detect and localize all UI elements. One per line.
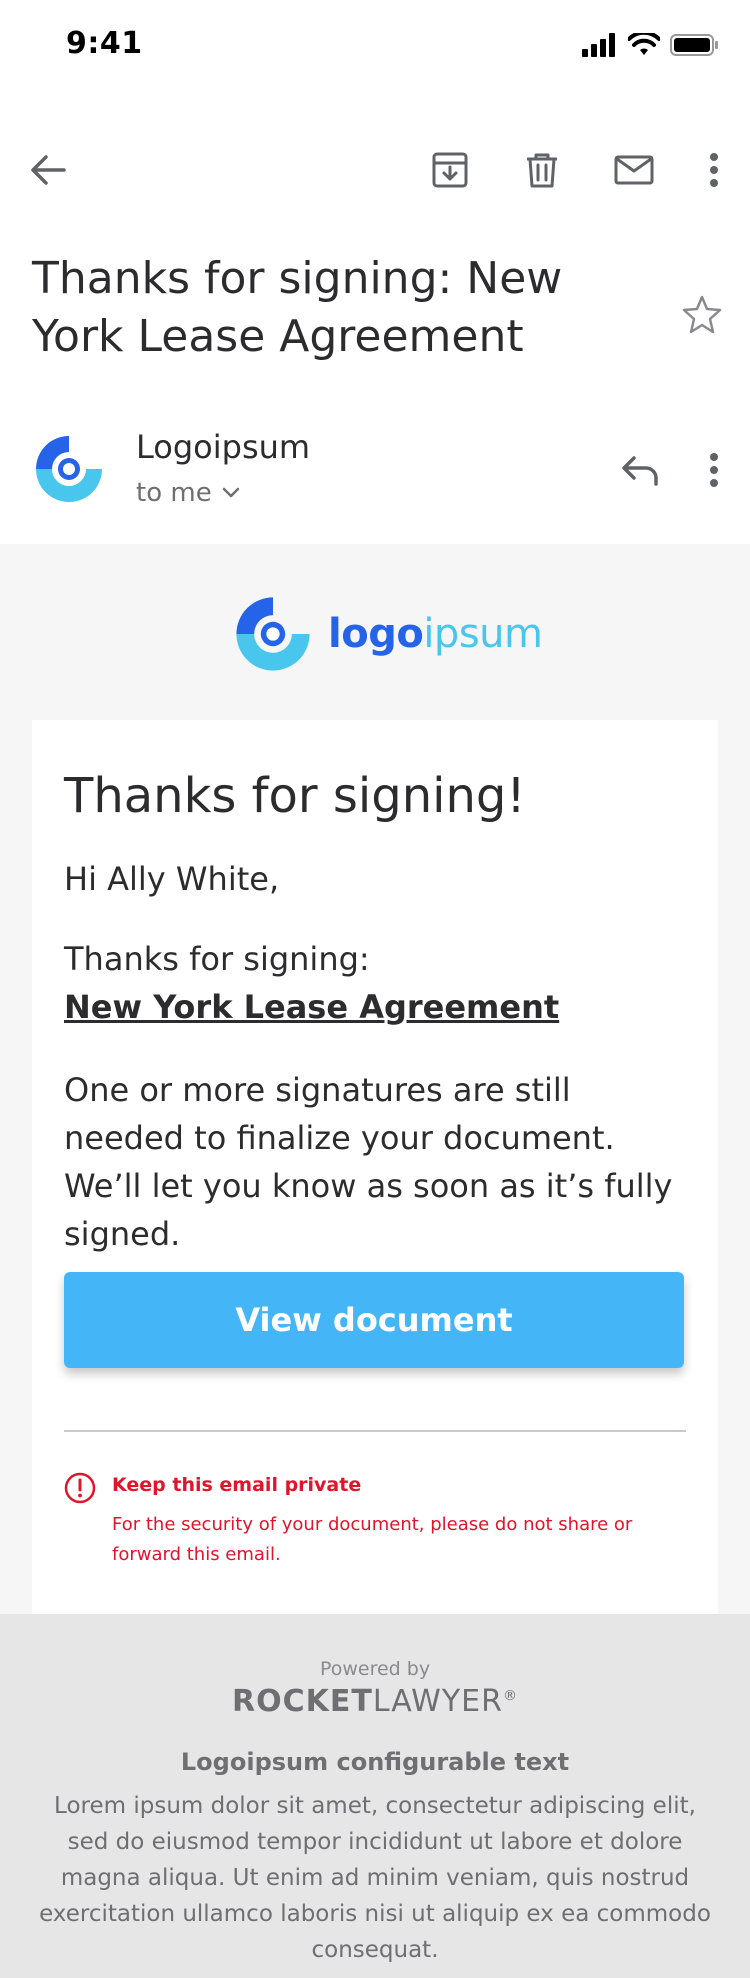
brand-wordmark: logoipsum xyxy=(328,611,543,657)
toolbar xyxy=(0,130,750,210)
more-options-button[interactable] xyxy=(682,130,746,210)
document-link[interactable]: New York Lease Agreement xyxy=(64,988,559,1026)
email-footer: Powered by ROCKETLAWYER® Logoipsum confi… xyxy=(0,1614,750,1978)
cellular-signal-icon xyxy=(582,33,615,57)
email-card: Thanks for signing! Hi Ally White, Thank… xyxy=(32,720,718,1614)
rocket-lawyer-logo: ROCKETLAWYER® xyxy=(0,1684,750,1719)
chevron-down-icon xyxy=(222,487,239,498)
status-message: One or more signatures are still needed … xyxy=(64,1071,673,1253)
rl-part2: LAWYER xyxy=(372,1684,503,1719)
archive-button[interactable] xyxy=(418,130,482,210)
config-title: Logoipsum configurable text xyxy=(180,1748,570,1776)
brand-word-part2: ipsum xyxy=(423,611,543,657)
view-document-button[interactable]: View document xyxy=(64,1272,684,1368)
archive-icon xyxy=(432,152,468,188)
back-arrow-icon xyxy=(31,155,66,185)
battery-icon xyxy=(670,34,718,56)
warning-title: Keep this email private xyxy=(112,1474,362,1496)
more-vertical-icon xyxy=(710,153,718,187)
mail-icon xyxy=(614,155,654,185)
card-title: Thanks for signing! xyxy=(64,768,526,824)
star-icon xyxy=(682,295,722,334)
divider xyxy=(64,1430,686,1432)
wifi-icon xyxy=(628,33,660,55)
trash-icon xyxy=(527,153,557,188)
brand-logo: logoipsum xyxy=(232,592,543,676)
status-time: 9:41 xyxy=(66,26,143,61)
star-button[interactable] xyxy=(672,284,732,344)
more-vertical-icon xyxy=(710,453,718,487)
sender-row: Logoipsum to me xyxy=(0,420,750,530)
rl-mark: ® xyxy=(502,1688,518,1704)
avatar xyxy=(36,436,102,502)
message-more-button[interactable] xyxy=(684,440,744,500)
greeting: Hi Ally White, xyxy=(64,860,280,898)
sender-name: Logoipsum xyxy=(136,428,311,466)
reply-button[interactable] xyxy=(610,440,670,500)
mark-unread-button[interactable] xyxy=(602,130,666,210)
powered-by: Powered by xyxy=(319,1658,431,1680)
status-bar: 9:41 xyxy=(0,0,750,90)
recipient-label: to me xyxy=(136,478,212,508)
email-subject: Thanks for signing: New York Lease Agree… xyxy=(32,253,563,362)
recipient-dropdown[interactable]: to me xyxy=(136,478,240,508)
config-text: Lorem ipsum dolor sit amet, consectetur … xyxy=(39,1793,711,1963)
status-icons xyxy=(582,30,720,60)
delete-button[interactable] xyxy=(510,130,574,210)
reply-icon xyxy=(622,456,658,486)
email-body: logoipsum Thanks for signing! Hi Ally Wh… xyxy=(0,544,750,1614)
warning-text: For the security of your document, pleas… xyxy=(112,1514,633,1565)
logo-mark-icon xyxy=(236,597,310,671)
back-button[interactable] xyxy=(16,130,80,210)
thanks-line: Thanks for signing: xyxy=(64,940,370,978)
warning-icon xyxy=(64,1472,96,1504)
rl-part1: ROCKET xyxy=(232,1684,373,1719)
brand-word-part1: logo xyxy=(328,611,424,657)
